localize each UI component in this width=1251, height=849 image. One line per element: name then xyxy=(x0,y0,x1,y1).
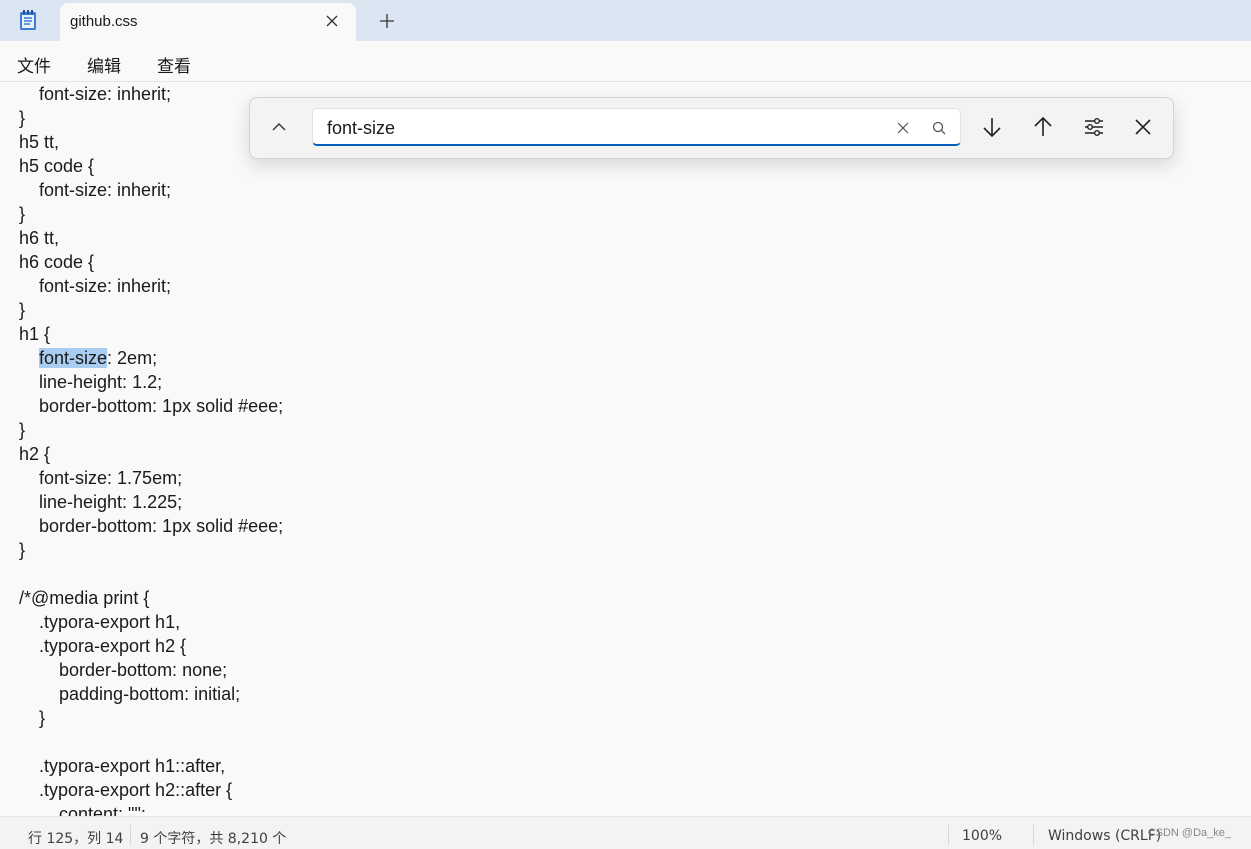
plus-icon[interactable] xyxy=(376,10,398,32)
menu-view[interactable]: 查看 xyxy=(157,52,191,77)
code-line: line-height: 1.225; xyxy=(19,492,183,512)
arrow-up-icon[interactable] xyxy=(1030,114,1056,140)
code-line: h1 { xyxy=(19,324,51,344)
code-line: h6 code { xyxy=(19,252,95,272)
watermark: CSDN @Da_ke_ xyxy=(1147,827,1231,839)
menu-bar: 文件 编辑 查看 xyxy=(0,41,1251,82)
find-input[interactable] xyxy=(325,116,869,140)
code-line: } xyxy=(19,420,26,440)
find-panel xyxy=(249,97,1174,159)
code-line: .typora-export h1, xyxy=(19,612,181,632)
arrow-down-icon[interactable] xyxy=(979,114,1005,140)
code-line: /*@media print { xyxy=(19,588,150,608)
code-line: } xyxy=(19,540,26,560)
menu-file[interactable]: 文件 xyxy=(17,52,51,77)
cursor-position: 行 125，列 14 xyxy=(28,831,124,847)
zoom-level[interactable]: 100% xyxy=(962,828,1002,844)
code-line: } xyxy=(19,708,46,728)
code-line: } xyxy=(19,204,26,224)
code-line: border-bottom: 1px solid #eee; xyxy=(19,516,284,536)
code-line: } xyxy=(19,108,26,128)
code-line: border-bottom: none; xyxy=(19,660,228,680)
status-divider xyxy=(130,825,131,845)
tab-title: github.css xyxy=(70,13,138,30)
find-input-wrapper xyxy=(312,108,961,146)
tab-github-css[interactable]: github.css xyxy=(60,3,356,41)
code-line-highlighted: font-size: 2em; xyxy=(19,346,157,370)
code-line: .typora-export h2::after { xyxy=(19,780,233,800)
code-line: .typora-export h2 { xyxy=(19,636,187,656)
menu-edit[interactable]: 编辑 xyxy=(87,52,121,77)
close-icon[interactable] xyxy=(324,13,340,29)
code-line: } xyxy=(19,300,26,320)
code-line: font-size: inherit; xyxy=(19,84,172,104)
sliders-icon[interactable] xyxy=(1081,114,1107,140)
search-match-highlight: font-size xyxy=(39,348,108,368)
code-line: h2 { xyxy=(19,444,51,464)
selection-count: 9 个字符，共 8,210 个 xyxy=(140,831,287,847)
close-icon[interactable] xyxy=(894,119,912,137)
search-icon[interactable] xyxy=(930,119,948,137)
text-editor[interactable]: font-size: inherit; } h5 tt, h5 code { f… xyxy=(0,82,1251,816)
code-line: h5 tt, xyxy=(19,132,60,152)
status-divider xyxy=(1033,825,1034,845)
code-line: font-size: inherit; xyxy=(19,276,172,296)
code-line: border-bottom: 1px solid #eee; xyxy=(19,396,284,416)
code-line: padding-bottom: initial; xyxy=(19,684,241,704)
code-line: content: ""; xyxy=(19,804,146,816)
code-line: font-size: inherit; xyxy=(19,180,172,200)
code-rest: : 2em; xyxy=(107,348,158,368)
line-ending[interactable]: Windows (CRLF) xyxy=(1048,828,1161,844)
code-line: h5 code { xyxy=(19,156,95,176)
code-line: font-size: 1.75em; xyxy=(19,468,183,488)
code-line: line-height: 1.2; xyxy=(19,372,163,392)
chevron-up-icon[interactable] xyxy=(266,114,292,140)
close-icon[interactable] xyxy=(1130,114,1156,140)
code-line: h6 tt, xyxy=(19,228,60,248)
code-line: .typora-export h1::after, xyxy=(19,756,226,776)
title-bar: github.css xyxy=(0,0,1251,41)
status-bar: 行 125，列 14 9 个字符，共 8,210 个 100% Windows … xyxy=(0,816,1251,849)
notepad-icon xyxy=(18,9,38,31)
status-divider xyxy=(948,825,949,845)
